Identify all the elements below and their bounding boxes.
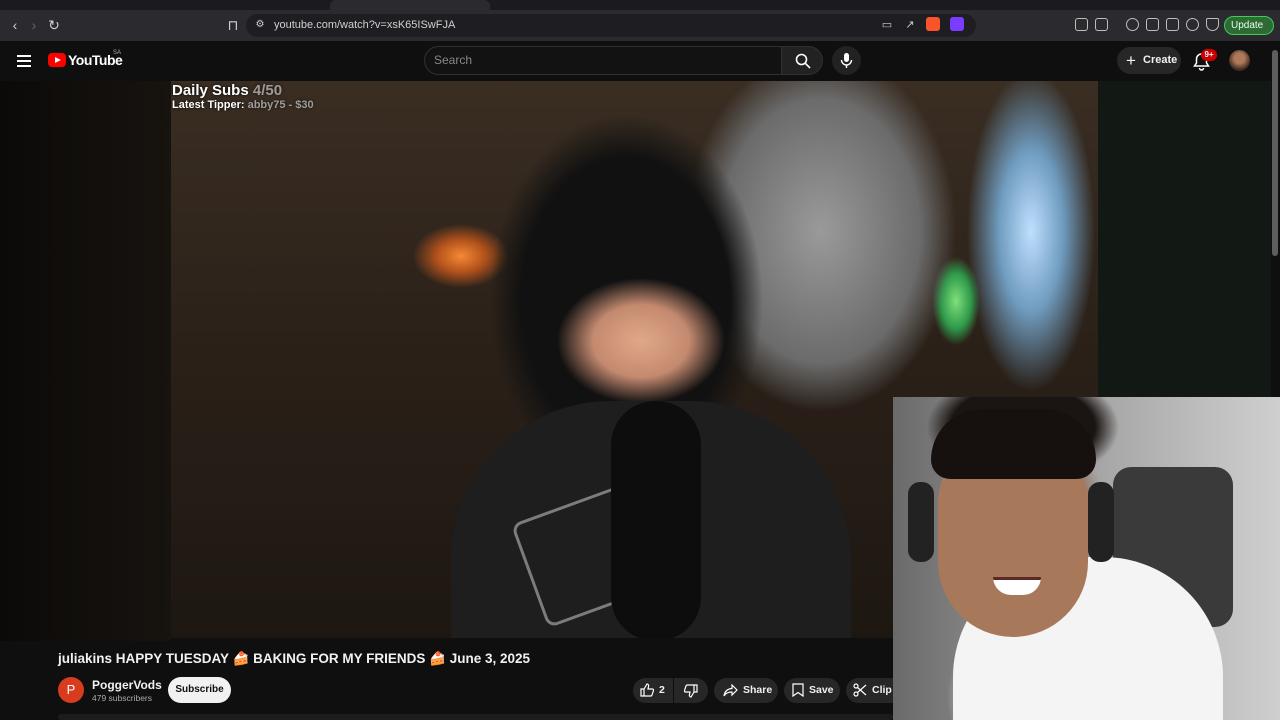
search-icon bbox=[795, 53, 811, 69]
like-button[interactable]: 2 bbox=[633, 678, 673, 703]
notification-badge: 9+ bbox=[1201, 49, 1217, 61]
microphone-icon bbox=[840, 53, 853, 68]
latest-tipper-overlay: Latest Tipper: abby75 - $30 bbox=[172, 99, 314, 111]
player-right-backdrop bbox=[1098, 81, 1271, 398]
forward-icon[interactable]: › bbox=[26, 17, 42, 33]
account-avatar[interactable] bbox=[1229, 50, 1250, 71]
webcam-headphone-left bbox=[908, 482, 934, 562]
video-frame-microphone bbox=[611, 401, 701, 638]
channel-name[interactable]: PoggerVods bbox=[92, 678, 162, 692]
share-page-icon[interactable]: ↗ bbox=[902, 17, 918, 33]
latest-tipper-value: abby75 - $30 bbox=[247, 99, 314, 111]
brave-shields-icon[interactable] bbox=[926, 17, 940, 31]
webcam-overlay bbox=[893, 397, 1280, 720]
site-info-icon[interactable]: ⚙ bbox=[252, 17, 268, 33]
thumbs-down-icon bbox=[684, 684, 698, 698]
daily-subs-value: 4/50 bbox=[252, 82, 283, 99]
youtube-logo-icon[interactable] bbox=[48, 53, 66, 67]
thumbs-up-icon bbox=[640, 683, 654, 697]
menu-icon[interactable] bbox=[17, 55, 31, 67]
player-left-backdrop bbox=[0, 81, 171, 641]
daily-subs-overlay: Daily Subs 4/50 bbox=[172, 82, 282, 99]
wallet-icon[interactable] bbox=[1166, 18, 1179, 31]
update-button[interactable]: Update bbox=[1224, 16, 1274, 35]
save-label: Save bbox=[809, 684, 834, 696]
search-button[interactable] bbox=[781, 46, 823, 75]
subscriber-count: 479 subscribers bbox=[92, 693, 153, 703]
latest-tipper-label: Latest Tipper: bbox=[172, 99, 245, 111]
scissors-icon bbox=[853, 683, 867, 697]
share-button[interactable]: Share bbox=[714, 678, 778, 703]
bookmark-save-icon bbox=[792, 683, 804, 697]
browser-tab-strip bbox=[0, 0, 1280, 10]
search-placeholder: Search bbox=[434, 53, 473, 67]
webcam-hair bbox=[931, 409, 1096, 479]
leo-ai-icon[interactable] bbox=[1186, 18, 1199, 31]
save-button[interactable]: Save bbox=[784, 678, 840, 703]
webcam-headphone-right bbox=[1088, 482, 1114, 562]
subscribe-button[interactable]: Subscribe bbox=[168, 677, 231, 703]
channel-avatar[interactable]: P bbox=[58, 677, 84, 703]
sidebar-icon[interactable] bbox=[1146, 18, 1159, 31]
music-icon[interactable] bbox=[1126, 18, 1139, 31]
reload-icon[interactable]: ↻ bbox=[46, 17, 62, 33]
search-input[interactable] bbox=[424, 46, 782, 75]
vpn-icon[interactable] bbox=[1206, 18, 1219, 31]
brave-rewards-icon[interactable] bbox=[950, 17, 964, 31]
daily-subs-label: Daily Subs bbox=[172, 82, 249, 99]
cast-icon[interactable]: ▭ bbox=[879, 17, 895, 33]
country-code: SA bbox=[113, 50, 122, 56]
clip-label: Clip bbox=[872, 684, 892, 696]
bookmark-icon[interactable]: ⊓ bbox=[225, 17, 241, 33]
extensions-icon[interactable] bbox=[1075, 18, 1088, 31]
dislike-button[interactable] bbox=[674, 678, 708, 703]
share-label: Share bbox=[743, 684, 773, 696]
create-button[interactable]: Create bbox=[1117, 47, 1181, 74]
description-box-edge bbox=[58, 714, 893, 720]
url-text[interactable]: youtube.com/watch?v=xsK65ISwFJA bbox=[274, 19, 455, 31]
clip-button[interactable]: Clip bbox=[846, 678, 893, 703]
video-title: juliakins HAPPY TUESDAY 🍰 BAKING FOR MY … bbox=[58, 651, 530, 666]
share-icon bbox=[723, 684, 738, 697]
voice-search-button[interactable] bbox=[832, 46, 861, 75]
like-count: 2 bbox=[659, 684, 665, 696]
back-icon[interactable]: ‹ bbox=[7, 17, 23, 33]
scrollbar-thumb[interactable] bbox=[1272, 50, 1278, 256]
tab-search-icon[interactable] bbox=[1095, 18, 1108, 31]
browser-tab-active[interactable] bbox=[330, 0, 490, 10]
